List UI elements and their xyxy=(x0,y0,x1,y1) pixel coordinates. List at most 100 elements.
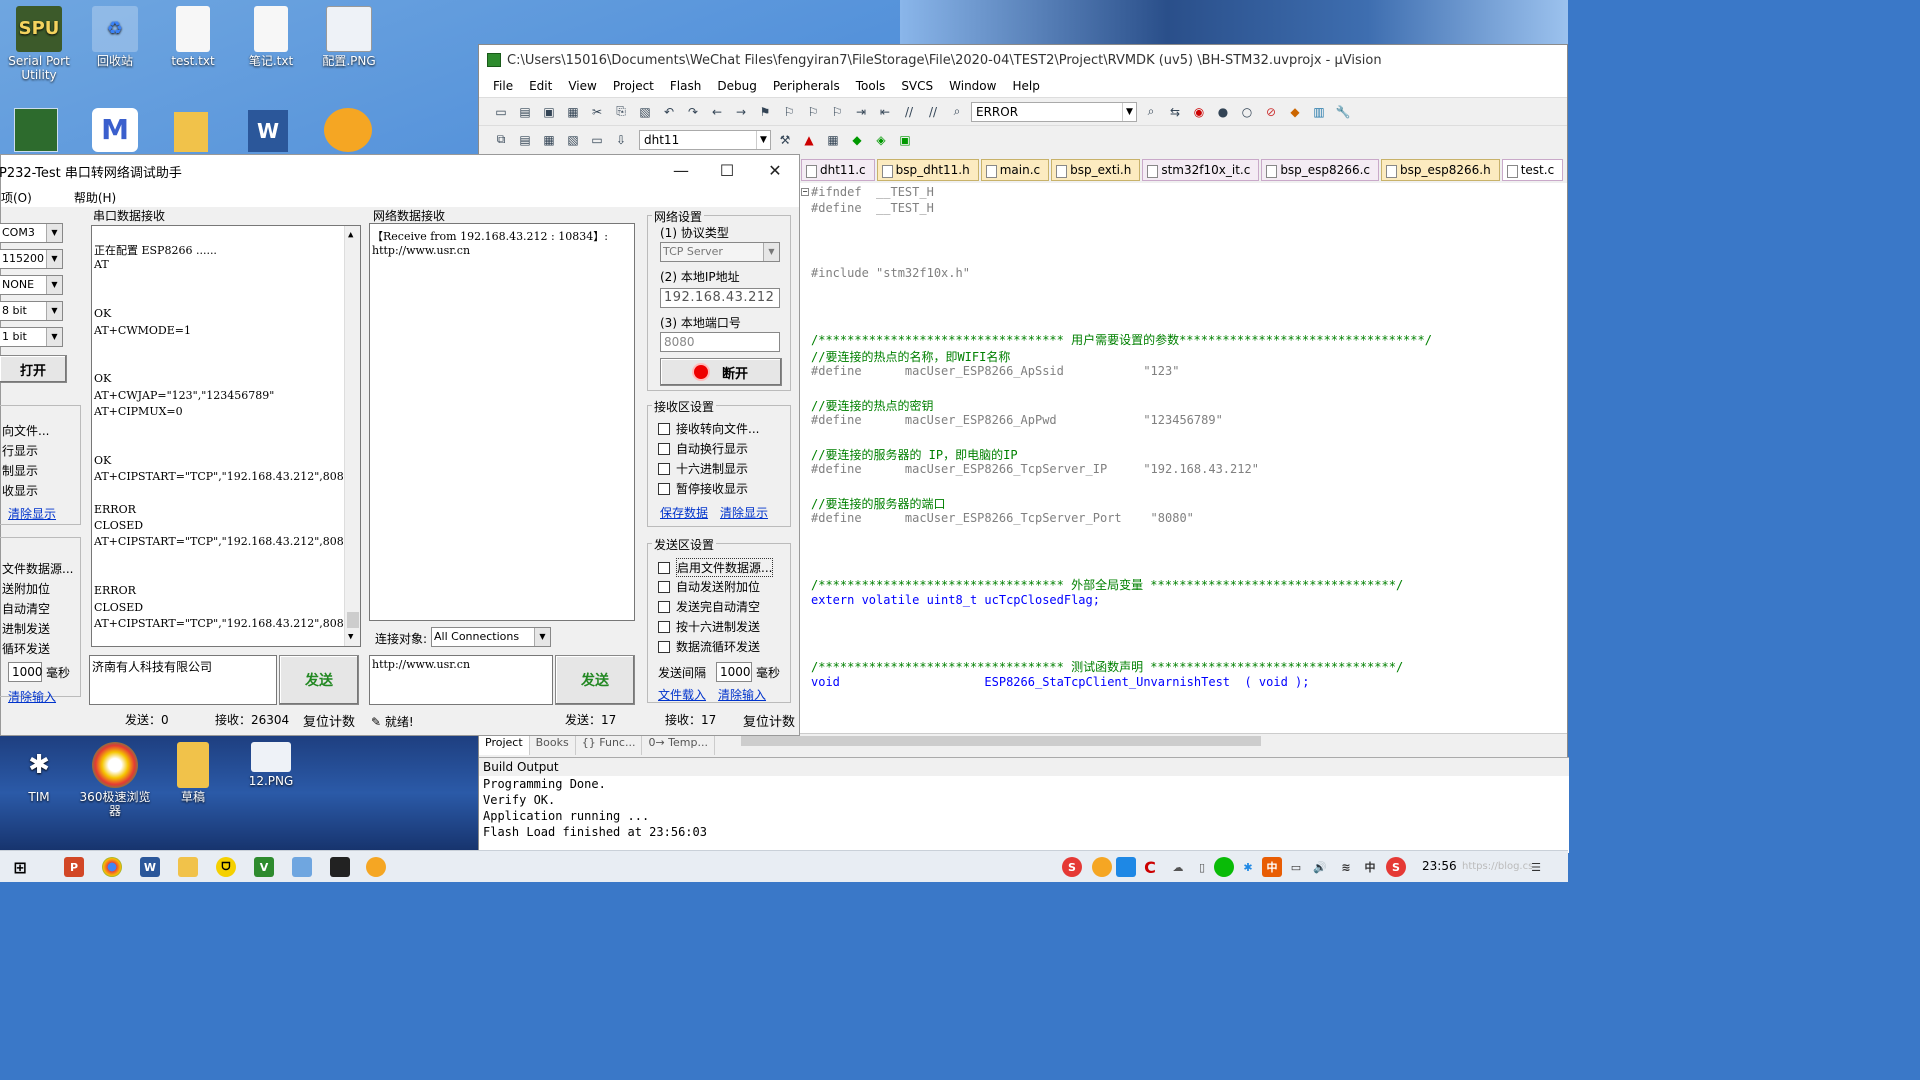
debug-start-icon[interactable]: ◉ xyxy=(1189,102,1209,122)
recv-opt-hex[interactable]: 制显示 xyxy=(2,462,38,479)
tab-bsp-dht11-h[interactable]: bsp_dht11.h xyxy=(876,159,979,181)
local-port-field[interactable]: 8080 xyxy=(660,332,780,352)
com-port-select[interactable]: COM3 ▼ xyxy=(0,223,63,243)
replace-icon[interactable]: ⇆ xyxy=(1165,102,1185,122)
indent-icon[interactable]: ⇥ xyxy=(851,102,871,122)
clear-input-link[interactable]: 清除输入 xyxy=(8,688,56,705)
open-port-button[interactable]: 打开 xyxy=(0,355,67,383)
checkbox[interactable] xyxy=(658,561,670,574)
nav-back-icon[interactable]: ← xyxy=(707,102,727,122)
serial-reset-counter[interactable]: 复位计数 xyxy=(303,711,355,730)
serial-interval-input[interactable]: 1000 xyxy=(8,662,43,682)
clear-display-link[interactable]: 清除显示 xyxy=(720,504,768,521)
breakpoint-clear-icon[interactable]: ⊘ xyxy=(1261,102,1281,122)
send-opt-file-source[interactable]: 文件数据源... xyxy=(2,560,73,577)
tab-functions[interactable]: {} Func... xyxy=(576,733,643,755)
net-send-input[interactable]: http://www.usr.cn xyxy=(369,655,553,705)
comment-icon[interactable]: // xyxy=(899,102,919,122)
tray-app-icon[interactable]: S xyxy=(1062,857,1082,877)
recv-to-file-checkbox[interactable]: 接收转向文件... xyxy=(658,420,759,437)
cut-icon[interactable]: ✂ xyxy=(587,102,607,122)
tab-dht11-c[interactable]: dht11.c xyxy=(801,159,875,181)
tray-c-icon[interactable]: C xyxy=(1140,857,1160,877)
tab-bsp-esp8266-h[interactable]: bsp_esp8266.h xyxy=(1381,159,1500,181)
menu-peripherals[interactable]: Peripherals xyxy=(765,79,848,93)
recv-opt-to-file[interactable]: 向文件... xyxy=(2,422,49,439)
editor-horizontal-scrollbar[interactable] xyxy=(729,733,1567,747)
clear-input-link[interactable]: 清除输入 xyxy=(718,686,766,703)
menu-debug[interactable]: Debug xyxy=(709,79,764,93)
menu-view[interactable]: View xyxy=(560,79,604,93)
messenger-icon[interactable]: ᗜ xyxy=(216,857,236,877)
runtime-env-icon[interactable]: ▣ xyxy=(895,130,915,150)
pack-installer-icon[interactable]: ◈ xyxy=(871,130,891,150)
undo-icon[interactable]: ↶ xyxy=(659,102,679,122)
tab-bsp-esp8266-c[interactable]: bsp_esp8266.c xyxy=(1261,159,1380,181)
redo-icon[interactable]: ↷ xyxy=(683,102,703,122)
download-icon[interactable]: ⇩ xyxy=(611,130,631,150)
configure-icon[interactable]: 🔧 xyxy=(1333,102,1353,122)
assistant-title-bar[interactable]: P232-Test 串口转网络调试助手 — ☐ ✕ xyxy=(0,155,799,187)
send-opt-hex[interactable]: 进制发送 xyxy=(2,620,50,637)
word-doc-icon[interactable]: W xyxy=(248,110,288,152)
checkbox[interactable] xyxy=(658,462,670,475)
file-source-checkbox[interactable]: 启用文件数据源... xyxy=(658,558,774,577)
mascot-app-icon[interactable] xyxy=(324,108,372,152)
send-opt-loop[interactable]: 循环发送 xyxy=(2,640,50,657)
word-icon[interactable]: W xyxy=(140,857,160,877)
nav-forward-icon[interactable]: → xyxy=(731,102,751,122)
data-bits-select[interactable]: 8 bit ▼ xyxy=(0,301,63,321)
file-extensions-icon[interactable]: ▲ xyxy=(799,130,819,150)
assistant-taskbar-icon[interactable] xyxy=(366,857,386,877)
menu-help[interactable]: 帮助(H) xyxy=(40,189,124,206)
translate-icon[interactable]: ⧉ xyxy=(491,130,511,150)
tray-book-icon[interactable] xyxy=(1116,857,1136,877)
tab-templates[interactable]: 0→ Temp... xyxy=(642,733,715,755)
m-app-icon[interactable]: M xyxy=(92,108,138,152)
recv-opt-wrap[interactable]: 行显示 xyxy=(2,442,38,459)
uncomment-icon[interactable]: // xyxy=(923,102,943,122)
menu-window[interactable]: Window xyxy=(941,79,1004,93)
protocol-select[interactable]: TCP Server ▼ xyxy=(660,242,780,262)
terminal-icon[interactable] xyxy=(330,857,350,877)
windows-start-icon[interactable]: ⊞ xyxy=(10,857,30,877)
auto-clear-checkbox[interactable]: 发送完自动清空 xyxy=(658,598,760,615)
notifications-icon[interactable]: ☰ xyxy=(1526,857,1546,877)
wifi-icon[interactable]: ≋ xyxy=(1336,857,1356,877)
serial-send-button[interactable]: 发送 xyxy=(279,655,359,705)
checkbox[interactable] xyxy=(658,422,670,435)
menu-tools[interactable]: Tools xyxy=(848,79,894,93)
scroll-down-icon[interactable]: ▼ xyxy=(348,632,353,642)
checkbox[interactable] xyxy=(658,482,670,495)
bookmark-icon[interactable]: ⚑ xyxy=(755,102,775,122)
tab-test-c[interactable]: test.c xyxy=(1501,159,1564,181)
fold-toggle-icon[interactable]: − xyxy=(801,188,809,196)
ime-icon[interactable]: 中 xyxy=(1262,857,1282,877)
menu-options[interactable]: 项(O) xyxy=(1,189,40,206)
menu-edit[interactable]: Edit xyxy=(521,79,560,93)
baud-rate-select[interactable]: 115200 ▼ xyxy=(0,249,63,269)
app-window-icon[interactable] xyxy=(292,857,312,877)
copy-icon[interactable]: ⎘ xyxy=(611,102,631,122)
wechat-icon[interactable] xyxy=(1214,857,1234,877)
send-interval-input[interactable]: 1000 xyxy=(716,662,752,682)
tray-device-icon[interactable]: ▯ xyxy=(1192,857,1212,877)
checkbox[interactable] xyxy=(658,640,670,653)
batch-build-icon[interactable]: ▧ xyxy=(563,130,583,150)
new-file-icon[interactable]: ▭ xyxy=(491,102,511,122)
disconnect-button[interactable]: 断开 xyxy=(660,358,782,386)
bookmark-prev-icon[interactable]: ⚐ xyxy=(779,102,799,122)
parity-select[interactable]: NONE ▼ xyxy=(0,275,63,295)
tab-stm32f10x-it-c[interactable]: stm32f10x_it.c xyxy=(1142,159,1260,181)
hex-send-checkbox[interactable]: 按十六进制发送 xyxy=(658,618,760,635)
breakpoint-icon[interactable]: ● xyxy=(1213,102,1233,122)
scroll-up-icon[interactable]: ▲ xyxy=(348,230,353,240)
checkbox[interactable] xyxy=(658,442,670,455)
window-layout-icon[interactable]: ▥ xyxy=(1309,102,1329,122)
menu-flash[interactable]: Flash xyxy=(662,79,709,93)
minimize-icon[interactable]: — xyxy=(671,161,691,180)
unindent-icon[interactable]: ⇤ xyxy=(875,102,895,122)
tray-network-icon[interactable]: ✱ xyxy=(1238,857,1258,877)
code-editor[interactable]: − #ifndef __TEST_H #define __TEST_H #inc… xyxy=(799,183,1567,733)
load-file-link[interactable]: 文件载入 xyxy=(658,686,706,703)
